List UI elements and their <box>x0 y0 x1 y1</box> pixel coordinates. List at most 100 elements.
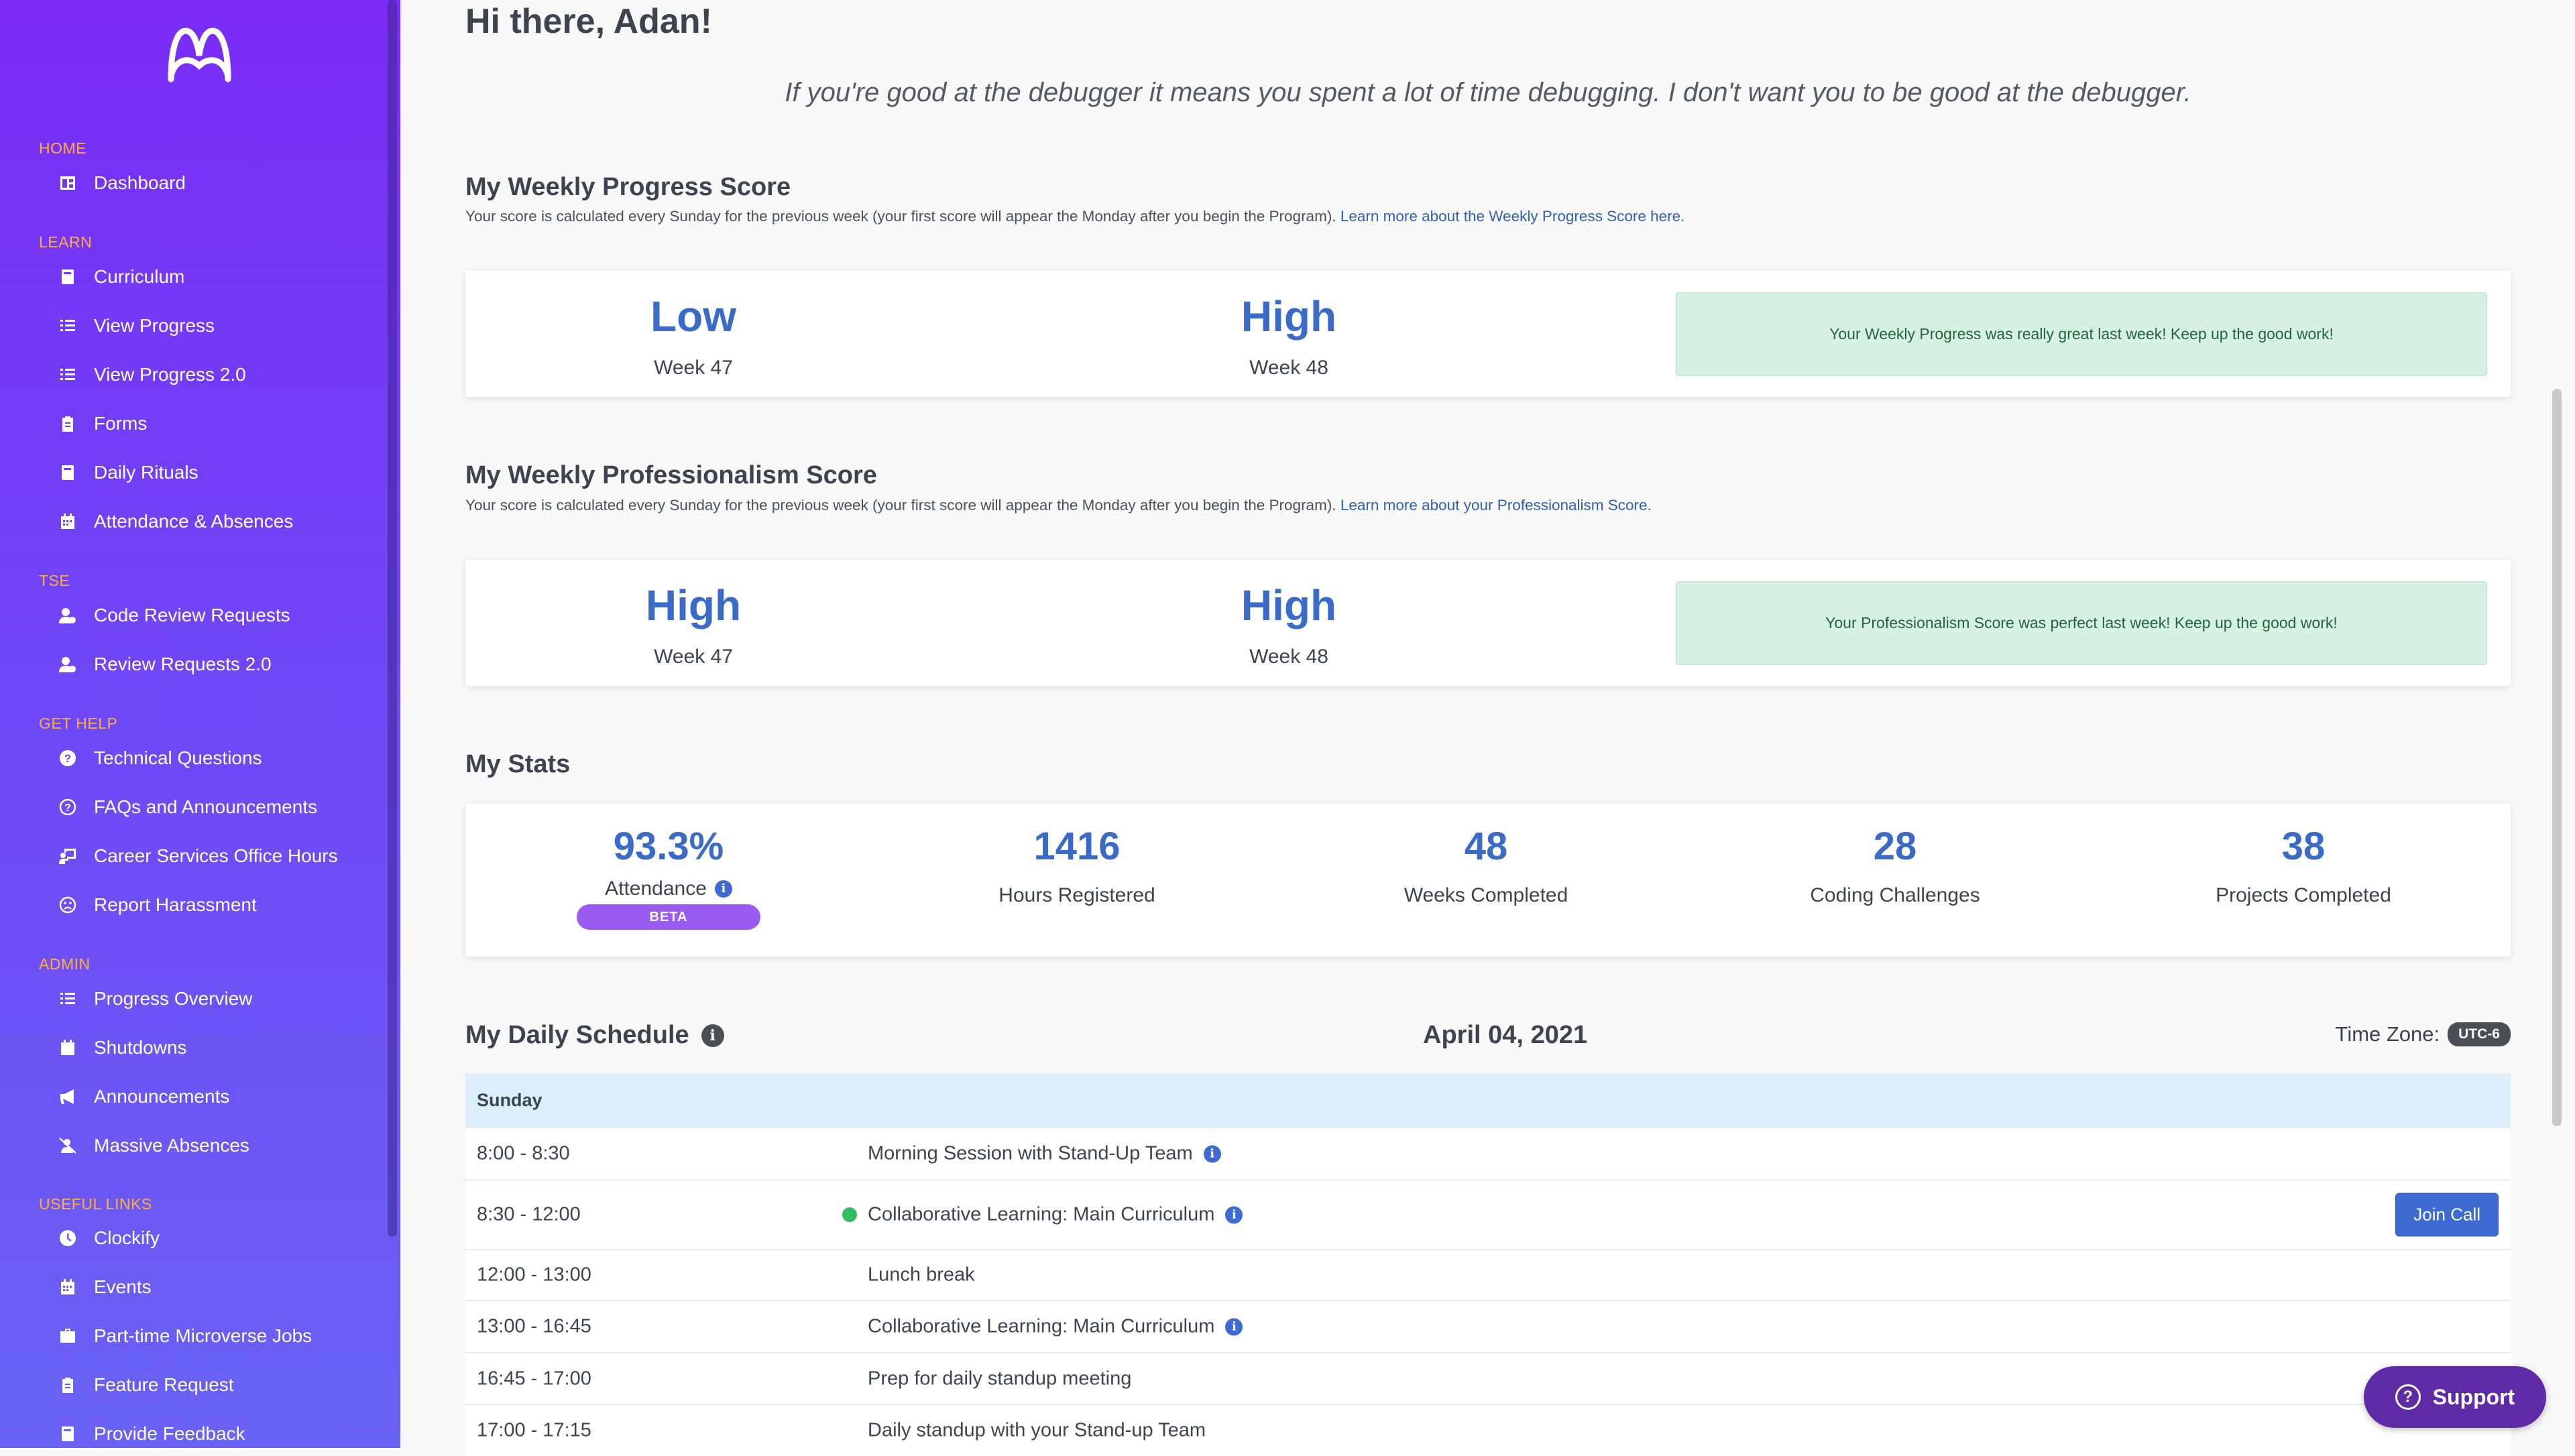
stat-value: 28 <box>1873 825 1917 868</box>
megaphone-icon <box>59 1088 76 1105</box>
professionalism-desc-text: Your score is calculated every Sunday fo… <box>465 497 1340 513</box>
professionalism-score-title: My Weekly Professionalism Score <box>465 461 877 489</box>
list-icon <box>59 990 76 1008</box>
info-icon[interactable]: i <box>701 1024 724 1047</box>
stat-label: Projects Completed <box>2216 884 2391 906</box>
stat-value: 48 <box>1464 825 1508 868</box>
professionalism-success-message: Your Professionalism Score was perfect l… <box>1676 581 2487 665</box>
sidebar-item-report-harassment[interactable]: Report Harassment <box>59 888 257 922</box>
schedule-event: Prep for daily standup meeting <box>868 1368 1131 1390</box>
schedule-day-header: Sunday <box>465 1073 2511 1127</box>
schedule-time: 8:30 - 12:00 <box>477 1203 581 1225</box>
schedule-event: Morning Session with Stand-Up Team i <box>868 1143 1221 1165</box>
info-icon[interactable]: i <box>714 879 732 898</box>
sidebar-item-forms[interactable]: Forms <box>59 407 147 440</box>
sidebar-section-tse: TSE <box>39 572 70 589</box>
daily-quote: If you're good at the debugger it means … <box>785 78 2191 107</box>
sidebar-item-code-review-requests[interactable]: Code Review Requests <box>59 599 290 632</box>
sidebar-item-provide-feedback[interactable]: Provide Feedback <box>59 1417 245 1448</box>
score-week-48: High Week 48 <box>1155 584 1423 668</box>
sidebar-scrollbar[interactable] <box>388 0 397 1237</box>
sidebar-item-dashboard[interactable]: Dashboard <box>59 166 186 200</box>
sidebar-item-label: View Progress <box>94 315 215 336</box>
sidebar-item-curriculum[interactable]: Curriculum <box>59 260 184 294</box>
stat-label: Coding Challenges <box>1810 884 1980 906</box>
svg-text:?: ? <box>64 802 71 814</box>
sidebar-item-label: Report Harassment <box>94 894 257 915</box>
stat-coding-challenges: 28 Coding Challenges <box>1748 825 2043 907</box>
sidebar-item-announcements[interactable]: Announcements <box>59 1080 229 1113</box>
sidebar-item-view-progress[interactable]: View Progress <box>59 309 215 343</box>
score-level: High <box>1241 581 1337 629</box>
list-icon <box>59 366 76 383</box>
question-outline-icon: ? <box>59 798 76 816</box>
main-scrollbar[interactable] <box>2552 389 2562 1126</box>
stat-value: 38 <box>2281 825 2326 868</box>
sidebar-item-label: Attendance & Absences <box>94 511 294 532</box>
stat-hours-registered: 1416 Hours Registered <box>929 825 1224 907</box>
professionalism-score-card: High Week 47 High Week 48 Your Professio… <box>465 560 2511 686</box>
support-button[interactable]: ? Support <box>2364 1366 2546 1428</box>
stat-projects-completed: 38 Projects Completed <box>2156 825 2451 907</box>
clock-icon <box>59 1229 76 1247</box>
schedule-date: April 04, 2021 <box>1423 1021 1588 1049</box>
progress-score-title: My Weekly Progress Score <box>465 173 791 201</box>
progress-learn-more-link[interactable]: Learn more about the Weekly Progress Sco… <box>1340 208 1685 225</box>
sidebar-item-massive-absences[interactable]: Massive Absences <box>59 1129 249 1162</box>
beta-badge: BETA <box>577 904 760 930</box>
sidebar-item-label: Announcements <box>94 1086 230 1107</box>
professionalism-learn-more-link[interactable]: Learn more about your Professionalism Sc… <box>1340 497 1652 513</box>
calendar-x-icon <box>59 1039 76 1056</box>
stat-weeks-completed: 48 Weeks Completed <box>1338 825 1634 907</box>
sidebar-item-label: Daily Rituals <box>94 462 198 483</box>
schedule-time: 17:00 - 17:15 <box>477 1419 591 1441</box>
sidebar-item-label: Part-time Microverse Jobs <box>94 1325 312 1346</box>
info-icon[interactable]: i <box>1225 1206 1243 1223</box>
score-week: Week 47 <box>654 357 733 379</box>
sidebar-item-label: Forms <box>94 413 148 434</box>
microverse-logo[interactable] <box>164 25 235 86</box>
sidebar-item-label: Code Review Requests <box>94 605 290 625</box>
sidebar-section-learn: LEARN <box>39 233 93 251</box>
list-icon <box>59 317 76 335</box>
schedule-title-text: My Daily Schedule <box>465 1021 689 1049</box>
schedule-time: 8:00 - 8:30 <box>477 1142 570 1164</box>
sidebar-item-view-progress-2[interactable]: View Progress 2.0 <box>59 358 246 391</box>
schedule-event-title: Morning Session with Stand-Up Team <box>868 1142 1193 1164</box>
schedule-table: Sunday 8:00 - 8:30 Morning Session with … <box>465 1073 2511 1456</box>
info-icon[interactable]: i <box>1203 1145 1221 1162</box>
join-call-button[interactable]: Join Call <box>2395 1193 2499 1237</box>
sidebar-item-label: Technical Questions <box>94 747 262 768</box>
sidebar-item-clockify[interactable]: Clockify <box>59 1221 160 1255</box>
book-icon <box>59 1425 76 1443</box>
timezone: Time Zone: UTC-6 <box>2336 1022 2511 1046</box>
sidebar-section-get-help: GET HELP <box>39 715 118 732</box>
sidebar-item-label: Feature Request <box>94 1374 234 1395</box>
sidebar-item-technical-questions[interactable]: ? Technical Questions <box>59 741 262 775</box>
user-slash-icon <box>59 1137 76 1154</box>
schedule-row: 13:00 - 16:45 Collaborative Learning: Ma… <box>465 1300 2511 1352</box>
stats-title: My Stats <box>465 750 571 778</box>
schedule-event-title: Lunch break <box>868 1264 975 1286</box>
sidebar-item-career-services[interactable]: Career Services Office Hours <box>59 839 338 873</box>
sidebar-item-faqs[interactable]: ? FAQs and Announcements <box>59 790 317 824</box>
sidebar-item-microverse-jobs[interactable]: Part-time Microverse Jobs <box>59 1319 312 1353</box>
schedule-event: Collaborative Learning: Main Curriculum … <box>868 1316 1243 1338</box>
schedule-title: My Daily Schedule i <box>465 1021 724 1050</box>
score-week-48: High Week 48 <box>1155 295 1423 379</box>
schedule-event: Daily standup with your Stand-up Team <box>868 1420 1206 1442</box>
sidebar-item-feature-request[interactable]: Feature Request <box>59 1368 234 1402</box>
sidebar-item-shutdowns[interactable]: Shutdowns <box>59 1031 187 1065</box>
sidebar-item-attendance[interactable]: Attendance & Absences <box>59 505 293 538</box>
schedule-event-title: Collaborative Learning: Main Curriculum <box>868 1315 1215 1337</box>
sidebar-item-daily-rituals[interactable]: Daily Rituals <box>59 456 198 489</box>
sidebar-item-progress-overview[interactable]: Progress Overview <box>59 982 253 1016</box>
schedule-event: Lunch break <box>868 1264 975 1286</box>
sidebar-item-review-requests-2[interactable]: Review Requests 2.0 <box>59 648 272 681</box>
person-board-icon <box>59 847 76 865</box>
stat-label: Weeks Completed <box>1404 884 1568 906</box>
schedule-event-title: Daily standup with your Stand-up Team <box>868 1419 1206 1441</box>
sidebar-item-events[interactable]: Events <box>59 1270 152 1304</box>
help-icon: ? <box>2395 1384 2421 1410</box>
info-icon[interactable]: i <box>1225 1318 1243 1335</box>
